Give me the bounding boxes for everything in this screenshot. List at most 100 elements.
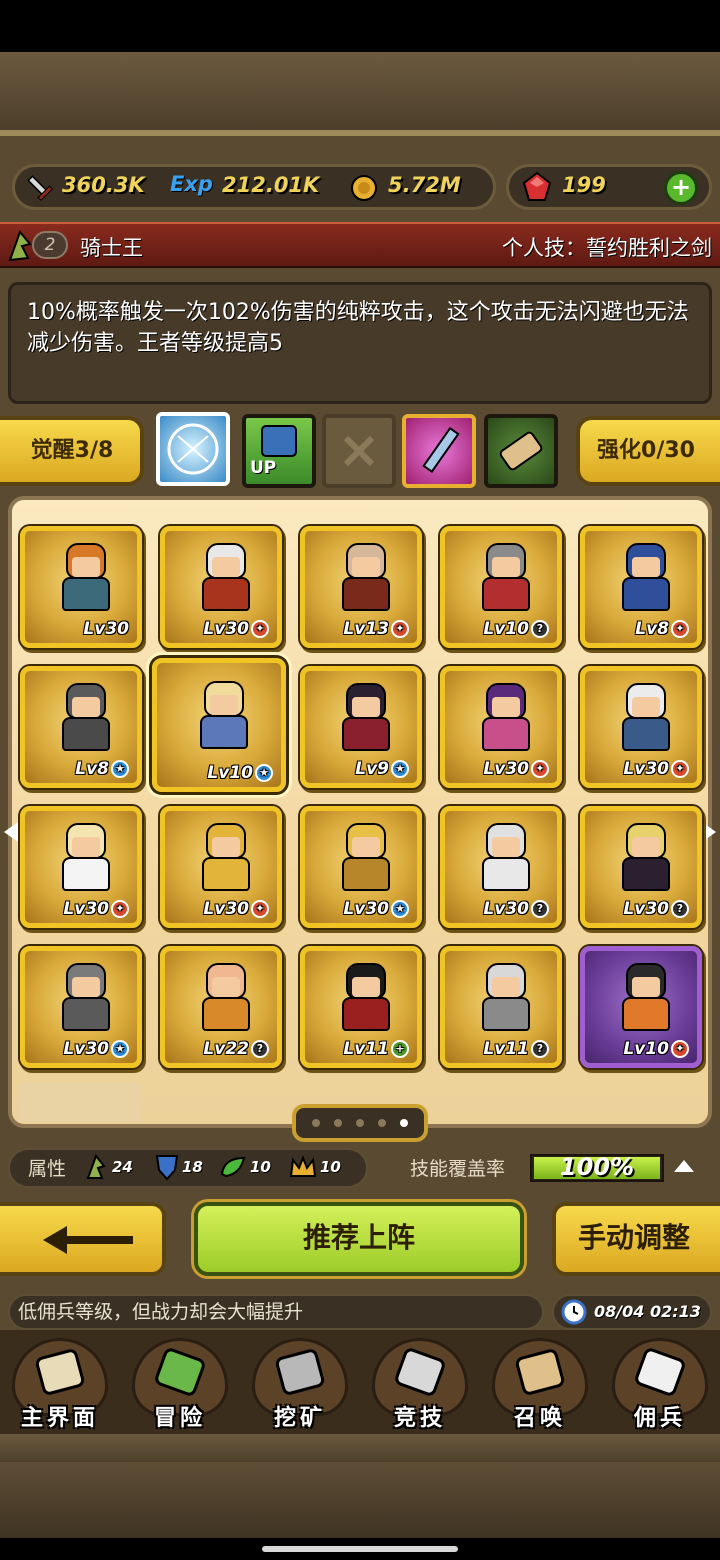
status-area <box>0 0 720 52</box>
nav-label: 佣兵 <box>633 1406 686 1431</box>
wind-attr-icon <box>86 1153 106 1179</box>
hero-level-text: Lv13 <box>343 619 389 639</box>
hero-card[interactable]: Lv30 ✦ <box>440 666 562 788</box>
hero-card[interactable]: Lv13 ✦ <box>300 526 422 648</box>
attr-crown-value: 10 <box>320 1158 341 1176</box>
hero-level-text: Lv30 <box>483 759 529 779</box>
exp-value: 212.01K <box>222 173 320 197</box>
plus-badge-icon: + <box>391 1040 409 1058</box>
q-badge-icon: ? <box>671 900 689 918</box>
hero-card[interactable]: Lv30 ✦ <box>160 806 282 928</box>
hero-card[interactable]: Lv30 ✦ <box>160 526 282 648</box>
hero-card[interactable]: Lv10? <box>440 526 562 648</box>
hero-rank-badge: 2 <box>32 231 68 259</box>
hero-level-text: Lv30 <box>203 899 249 919</box>
back-button[interactable] <box>0 1202 166 1276</box>
hero-card[interactable]: Lv11 + <box>300 946 422 1068</box>
hero-card[interactable]: Lv9 ★ <box>300 666 422 788</box>
hero-level-text: Lv8 <box>635 619 669 639</box>
nav-item[interactable]: 竞技 <box>364 1334 476 1434</box>
hero-card[interactable]: Lv30 ★ <box>20 946 142 1068</box>
hero-card[interactable]: Lv11? <box>440 946 562 1068</box>
fire-badge-icon: ✦ <box>391 620 409 638</box>
shield-attr-icon <box>155 1155 179 1181</box>
hero-sprite <box>618 543 674 617</box>
nav-item[interactable]: 冒险 <box>124 1334 236 1434</box>
enhance-button[interactable]: 强化0/30 <box>576 416 720 486</box>
hero-level-text: Lv30 <box>483 899 529 919</box>
hero-level: Lv30? <box>483 899 549 919</box>
empty-slot <box>18 1082 142 1122</box>
hero-level: Lv10? <box>483 619 549 639</box>
hero-card[interactable]: Lv10 ★ <box>152 658 286 792</box>
pickaxe-icon <box>275 1349 325 1395</box>
hero-level-text: Lv30 <box>63 899 109 919</box>
hero-level-text: Lv10 <box>483 619 529 639</box>
skill-slot-2[interactable]: UP <box>242 414 316 488</box>
ruby-icon <box>522 171 552 201</box>
nav-item[interactable]: 主界面 <box>4 1334 116 1434</box>
blade-icon <box>422 426 460 474</box>
nav-item[interactable]: 佣兵 <box>604 1334 716 1434</box>
star-badge-icon: ★ <box>111 1040 129 1058</box>
skill-slot-5[interactable] <box>484 414 558 488</box>
hero-level: Lv30 ★ <box>343 899 409 919</box>
nav-frame-bottom <box>0 1434 720 1462</box>
hero-sprite <box>478 963 534 1037</box>
page-dot <box>356 1119 364 1127</box>
hero-level-text: Lv11 <box>483 1039 529 1059</box>
hero-level-text: Lv30 <box>63 1039 109 1059</box>
up-label: UP <box>250 458 277 478</box>
nav-item[interactable]: 召唤 <box>484 1334 596 1434</box>
hero-sprite <box>338 963 394 1037</box>
map-background-bottom <box>0 1462 720 1538</box>
gold-coin-icon <box>351 175 377 201</box>
magic-circle-icon <box>167 423 219 475</box>
hero-level-text: Lv30 <box>203 619 249 639</box>
island-icon <box>155 1348 205 1396</box>
hero-sprite <box>58 543 114 617</box>
hero-card[interactable]: Lv30 <box>20 526 142 648</box>
hero-sprite <box>618 963 674 1037</box>
hero-card[interactable]: Lv30 ★ <box>300 806 422 928</box>
skill-slot-1[interactable] <box>156 412 230 486</box>
nav-label: 挖矿 <box>273 1406 326 1431</box>
hero-sprite <box>338 683 394 757</box>
awaken-button[interactable]: 觉醒3/8 <box>0 416 144 486</box>
fire-badge-icon: ✦ <box>531 760 549 778</box>
hero-card[interactable]: Lv30 ✦ <box>580 666 702 788</box>
hero-level-text: Lv22 <box>203 1039 249 1059</box>
manual-adjust-button[interactable]: 手动调整 <box>552 1202 720 1276</box>
hero-card[interactable]: Lv30? <box>440 806 562 928</box>
fire-badge-icon: ✦ <box>251 900 269 918</box>
fire-badge-icon: ✦ <box>671 1040 689 1058</box>
crossed-swords-icon <box>395 1348 445 1396</box>
hero-level: Lv8 ★ <box>75 759 129 779</box>
hero-level-text: Lv11 <box>343 1039 389 1059</box>
hero-sprite <box>478 683 534 757</box>
hero-card[interactable]: Lv10 ✦ <box>580 946 702 1068</box>
fire-badge-icon: ✦ <box>671 760 689 778</box>
star-badge-icon: ★ <box>255 764 273 782</box>
tent-icon <box>635 1348 685 1396</box>
hero-sprite <box>196 681 252 755</box>
hero-card[interactable]: Lv30 ✦ <box>20 806 142 928</box>
recommend-button[interactable]: 推荐上阵 <box>194 1202 524 1276</box>
home-indicator[interactable] <box>262 1546 458 1552</box>
add-gems-button[interactable]: + <box>664 171 698 205</box>
hero-level: Lv30 <box>83 619 129 639</box>
attack-value: 360.3K <box>62 173 145 197</box>
hero-level: Lv22? <box>203 1039 269 1059</box>
hero-card[interactable]: Lv30? <box>580 806 702 928</box>
hero-level-text: Lv30 <box>623 759 669 779</box>
hero-level: Lv30 ✦ <box>623 759 689 779</box>
nav-item[interactable]: 挖矿 <box>244 1334 356 1434</box>
hero-card[interactable]: Lv8 ★ <box>20 666 142 788</box>
hero-card[interactable]: Lv22? <box>160 946 282 1068</box>
skill-description: 10%概率触发一次102%伤害的纯粹攻击，这个攻击无法闪避也无法减少伤害。王者等… <box>8 282 712 404</box>
skill-slot-4[interactable] <box>402 414 476 488</box>
coverage-label: 技能覆盖率 <box>410 1158 506 1180</box>
hero-card[interactable]: Lv8 ✦ <box>580 526 702 648</box>
page-dot <box>334 1119 342 1127</box>
hero-level: Lv30 ✦ <box>203 619 269 639</box>
